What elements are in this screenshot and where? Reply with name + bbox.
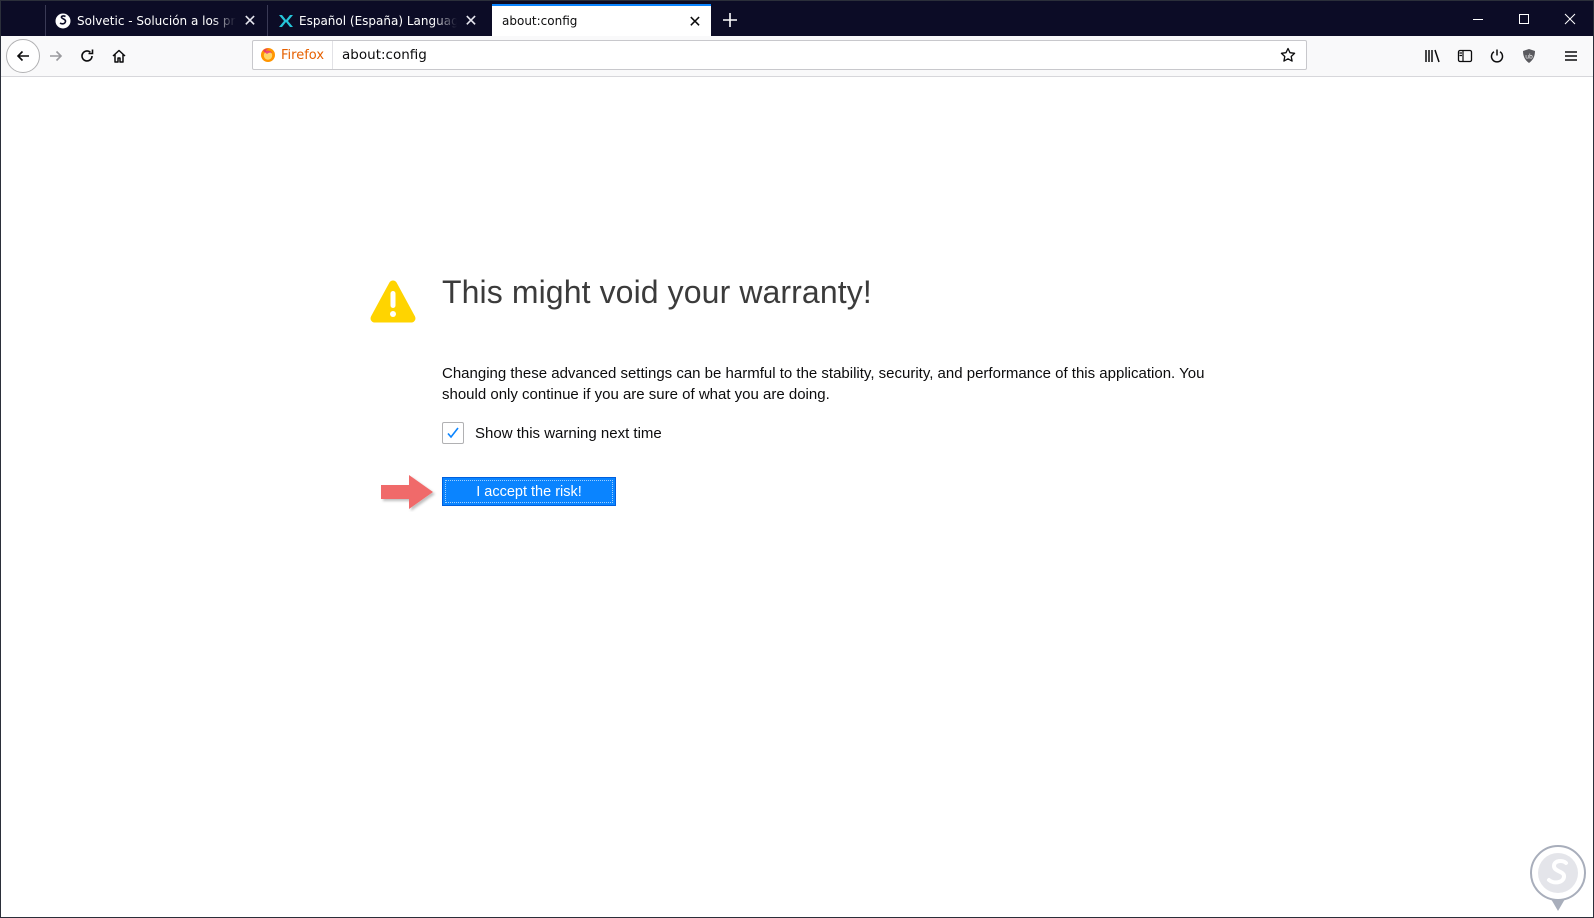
warning-description: Changing these advanced settings can be … [442,365,1205,403]
tab-title: Español (España) Language Pack [299,13,457,28]
ublock-button[interactable]: ub [1513,41,1545,71]
forward-button[interactable] [41,41,71,71]
power-icon [1490,49,1504,63]
tab-close-icon[interactable]: ✕ [685,11,705,31]
annotation-arrow-icon [381,475,433,509]
tab-close-icon[interactable]: ✕ [240,11,260,31]
maximize-button[interactable] [1501,1,1547,36]
sidebar-icon [1457,49,1473,63]
identity-box[interactable]: Firefox [253,41,334,69]
maximize-icon [1519,13,1529,24]
home-icon [112,49,126,63]
checkmark-icon [447,427,459,439]
library-button[interactable] [1417,41,1449,71]
tab-solvetic[interactable]: Solvetic - Solución a los problemas info… [45,5,266,36]
close-icon [1564,13,1576,24]
minimize-button[interactable] [1455,1,1501,36]
menu-button[interactable] [1555,41,1587,71]
window-controls [1455,1,1593,36]
language-pack-favicon-icon [277,13,293,29]
accept-risk-button[interactable]: I accept the risk! [442,477,616,506]
identity-label: Firefox [281,47,325,63]
svg-text:ub: ub [1525,54,1533,61]
solvetic-watermark-icon [1530,845,1586,911]
tab-strip: Solvetic - Solución a los problemas info… [1,1,1593,36]
sidebar-button[interactable] [1449,41,1481,71]
tab-title: about:config [502,14,578,28]
tab-about-config[interactable]: about:config ✕ [492,4,711,36]
solvetic-favicon-icon [55,13,71,29]
power-button[interactable] [1481,41,1513,71]
page-content: This might void your warranty! Changing … [1,77,1593,917]
show-warning-label: Show this warning next time [475,424,662,442]
ublock-icon: ub [1523,49,1535,63]
toolbar-right: ub [1417,41,1587,71]
plus-icon [723,13,737,27]
firefox-logo-icon [261,48,275,62]
tab-title: Solvetic - Solución a los problemas info… [77,13,236,28]
home-button[interactable] [104,41,134,71]
warning-icon [370,280,416,323]
warning-title: This might void your warranty! [442,274,872,310]
close-window-button[interactable] [1547,1,1593,36]
minimize-icon [1473,18,1483,20]
browser-window: Solvetic - Solución a los problemas info… [0,0,1594,918]
back-button[interactable] [6,39,40,73]
reload-button[interactable] [72,41,102,71]
star-icon [1280,47,1296,62]
tab-language-pack[interactable]: Español (España) Language Pack ✕ [267,5,487,36]
back-icon [16,50,29,62]
menu-icon [1565,51,1577,61]
new-tab-button[interactable] [716,7,744,33]
show-warning-checkbox-row[interactable]: Show this warning next time [442,421,662,445]
url-bar[interactable]: Firefox about:config [252,40,1307,70]
tab-close-icon[interactable]: ✕ [461,11,481,31]
bookmark-star-button[interactable] [1274,41,1302,69]
url-text[interactable]: about:config [333,47,1274,63]
forward-icon [50,50,63,62]
reload-icon [81,49,94,62]
library-icon [1425,49,1440,63]
show-warning-checkbox[interactable] [442,422,464,444]
navigation-toolbar: Firefox about:config ub [1,36,1593,77]
